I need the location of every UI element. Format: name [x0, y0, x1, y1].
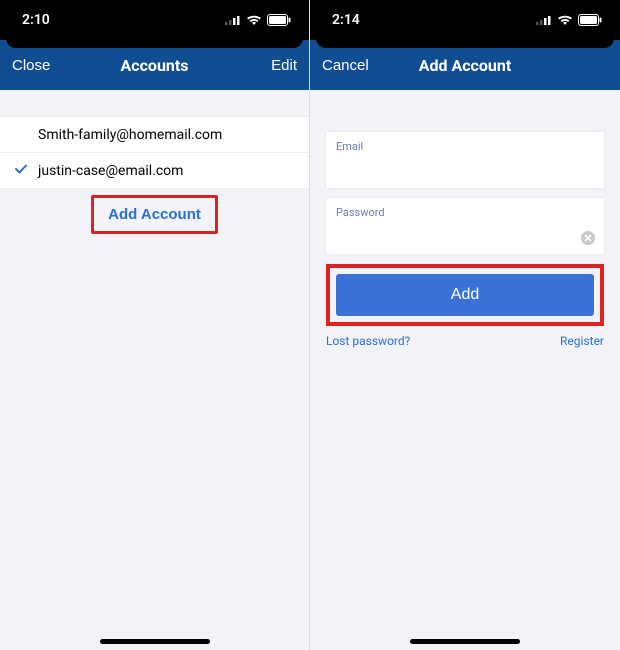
nav-bar: Cancel Add Account [310, 40, 620, 90]
nav-title: Accounts [12, 56, 297, 75]
edit-button[interactable]: Edit [271, 57, 297, 74]
wifi-icon [557, 14, 573, 26]
phone-accounts: 2:10 Close Accounts Edit Smith-family@ho… [0, 0, 310, 650]
status-right [536, 14, 602, 26]
home-indicator[interactable] [410, 639, 520, 644]
home-indicator[interactable] [100, 639, 210, 644]
check-icon [14, 162, 28, 180]
close-button[interactable]: Close [12, 57, 50, 74]
status-time: 2:10 [22, 12, 50, 28]
password-input[interactable] [336, 223, 594, 239]
nav-bar: Close Accounts Edit [0, 40, 309, 90]
cellular-icon [225, 15, 241, 25]
status-right [225, 14, 291, 26]
highlight-add-account: Add Account [91, 195, 218, 234]
clear-icon[interactable] [580, 230, 596, 246]
battery-icon [267, 14, 291, 26]
register-link[interactable]: Register [560, 334, 604, 348]
password-label: Password [336, 206, 594, 219]
highlight-add-button: Add [326, 264, 604, 326]
account-email: justin-case@email.com [38, 163, 183, 179]
add-button[interactable]: Add [336, 274, 594, 316]
status-time: 2:14 [332, 12, 360, 28]
lost-password-link[interactable]: Lost password? [326, 334, 410, 348]
add-account-button[interactable]: Add Account [96, 200, 213, 229]
account-row[interactable]: justin-case@email.com [0, 153, 309, 189]
phone-add-account: 2:14 Cancel Add Account Email Password [310, 0, 620, 650]
email-label: Email [336, 140, 594, 153]
links-row: Lost password? Register [326, 334, 604, 348]
battery-icon [578, 14, 602, 26]
account-row[interactable]: Smith-family@homemail.com [0, 117, 309, 153]
email-field-wrap[interactable]: Email [326, 132, 604, 188]
wifi-icon [246, 14, 262, 26]
account-list: Smith-family@homemail.com justin-case@em… [0, 116, 309, 189]
account-email: Smith-family@homemail.com [38, 127, 222, 143]
password-field-wrap[interactable]: Password [326, 198, 604, 254]
accounts-content: Smith-family@homemail.com justin-case@em… [0, 116, 309, 234]
cancel-button[interactable]: Cancel [322, 57, 369, 74]
add-account-form: Email Password Add Lost password? Regist… [310, 90, 620, 348]
email-input[interactable] [336, 157, 594, 173]
cellular-icon [536, 15, 552, 25]
